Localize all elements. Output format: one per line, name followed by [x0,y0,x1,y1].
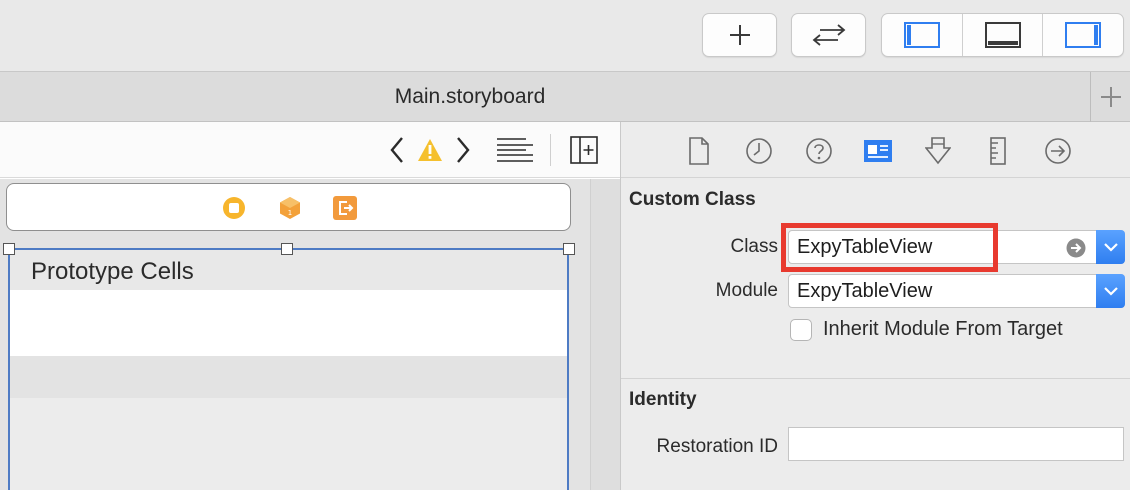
module-dropdown-button[interactable] [1096,274,1125,308]
table-section-row [10,356,567,398]
tab-size-inspector[interactable] [983,136,1013,166]
jumpbar-divider [550,134,551,166]
restoration-id-field[interactable] [788,427,1124,461]
editor-tab-bar: Main.storyboard [0,72,1130,122]
tab-main-storyboard[interactable]: Main.storyboard [0,72,940,122]
utilities-panel-icon [1065,22,1102,48]
first-responder-icon: 1 [280,197,300,219]
inspector-tab-bar [621,122,1130,178]
toggle-navigator-button[interactable] [882,14,963,56]
help-icon [806,138,832,164]
add-editor-icon [570,136,598,164]
storyboard-editor: 1 Prototype Cells [0,122,620,490]
add-editor-button[interactable] [566,132,602,168]
view-controller-icon [223,197,245,219]
resize-handle[interactable] [281,243,293,255]
library-add-button[interactable] [702,13,777,57]
tab-attributes-inspector[interactable] [923,136,953,166]
inherit-module-label[interactable]: Inherit Module From Target [823,318,1063,341]
tab-connections-inspector[interactable] [1043,136,1073,166]
identity-icon [864,140,892,162]
go-to-class-button[interactable] [1066,238,1086,263]
file-icon [689,137,709,165]
prototype-cell[interactable] [10,290,567,356]
tab-quick-help[interactable] [804,136,834,166]
plus-icon [1100,87,1121,107]
chevron-right-icon [457,137,470,163]
plus-icon [729,25,750,45]
table-empty-area [10,398,567,490]
next-issue-button[interactable] [450,132,476,168]
view-controller-button[interactable] [222,196,246,220]
window-toolbar [0,0,1130,72]
toggle-utilities-button[interactable] [1043,14,1123,56]
custom-class-title: Custom Class [629,189,756,210]
restoration-id-label: Restoration ID [656,436,778,457]
module-combobox[interactable]: ExpyTableView [788,274,1125,308]
document-items-button[interactable] [494,132,536,168]
navigator-panel-icon [903,22,940,48]
module-label: Module [715,280,778,301]
attributes-icon [925,137,951,165]
exit-icon [333,196,357,220]
jump-bar [0,122,620,178]
size-icon [990,137,1006,165]
exit-button[interactable] [333,196,357,220]
section-divider [621,378,1130,379]
panel-toggle-group [881,13,1124,57]
tab-identity-inspector[interactable] [863,136,893,166]
chevron-down-icon [1103,287,1118,296]
resize-handle[interactable] [3,243,15,255]
chevron-down-icon [1103,243,1118,252]
warning-icon [418,139,442,161]
identity-title: Identity [629,389,697,410]
connections-icon [1045,138,1071,164]
tab-history-inspector[interactable] [744,136,774,166]
class-dropdown-button[interactable] [1096,230,1125,264]
inherit-module-checkbox[interactable] [790,319,812,341]
resize-handle[interactable] [563,243,575,255]
class-label: Class [730,236,778,257]
toggle-debug-area-button[interactable] [963,14,1044,56]
identity-inspector: Custom Class Class ExpyTableView Module … [620,122,1130,490]
svg-text:1: 1 [288,209,292,217]
tab-file-inspector[interactable] [684,136,714,166]
arrow-circle-icon [1066,238,1086,258]
first-responder-button[interactable]: 1 [278,196,302,220]
highlight-annotation [781,223,998,272]
swap-arrows-icon [812,24,845,46]
debug-area-icon [984,22,1021,48]
lines-icon [497,138,533,162]
previous-issue-button[interactable] [384,132,410,168]
prototype-cells-header: Prototype Cells [10,250,567,290]
new-tab-button[interactable] [1090,72,1130,122]
history-icon [746,138,772,164]
chevron-left-icon [390,137,403,163]
module-value: ExpyTableView [797,280,933,302]
code-review-button[interactable] [791,13,866,57]
scene-dock: 1 [6,183,571,231]
prototype-cells-title: Prototype Cells [31,258,194,285]
issue-indicator[interactable] [415,132,445,168]
canvas-gutter [590,179,620,490]
table-view[interactable]: Prototype Cells [8,248,569,490]
storyboard-canvas[interactable]: 1 Prototype Cells [0,179,590,490]
